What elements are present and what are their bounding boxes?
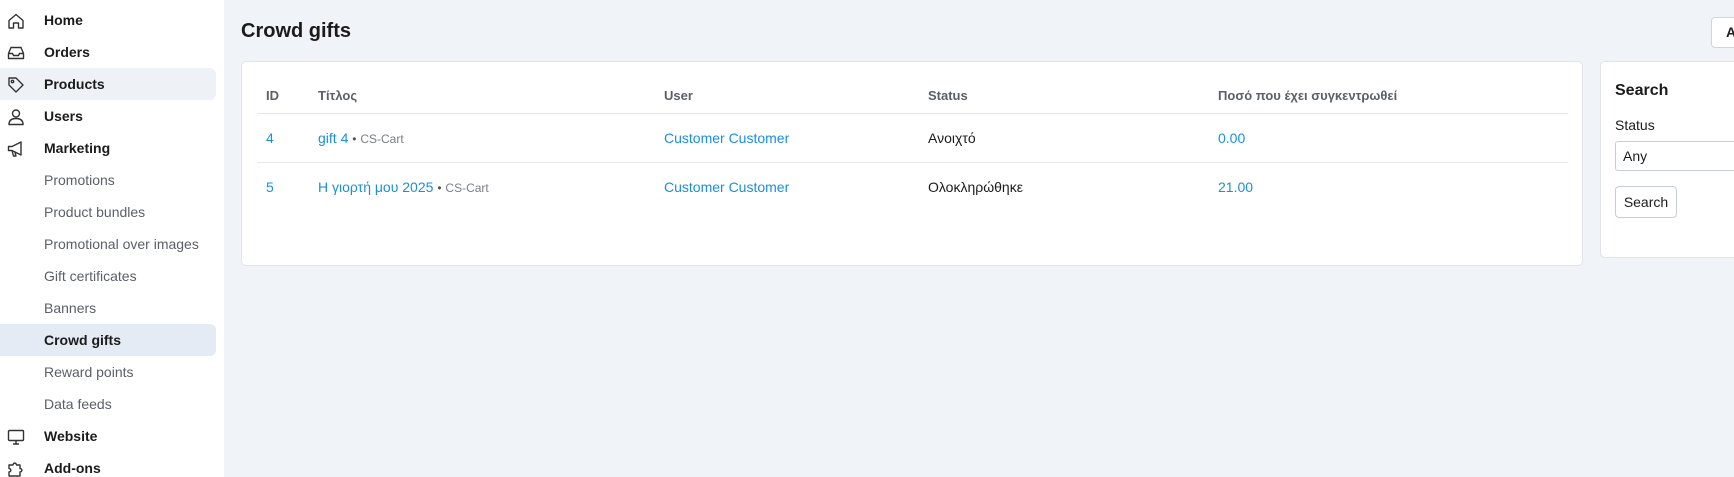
tag-icon: [6, 75, 26, 95]
separator: •: [437, 181, 442, 195]
sidebar-item-label: Reward points: [44, 364, 134, 380]
sidebar-item-label: Banners: [44, 300, 97, 316]
add-button[interactable]: A: [1711, 17, 1734, 48]
sidebar: Home Orders Products Users Marketing Pro…: [0, 0, 224, 477]
row-amount-link[interactable]: 0.00: [1218, 130, 1245, 146]
sidebar-item-label: Data feeds: [44, 396, 112, 412]
inbox-icon: [6, 43, 26, 63]
sidebar-item-orders[interactable]: Orders: [0, 36, 216, 68]
sidebar-item-promotional-over-images[interactable]: Promotional over images: [0, 228, 216, 260]
search-panel: Search Status Any Search: [1600, 61, 1734, 258]
sidebar-item-banners[interactable]: Banners: [0, 292, 216, 324]
sidebar-item-label: Product bundles: [44, 204, 146, 220]
sidebar-item-label: Gift certificates: [44, 268, 137, 284]
row-title-link[interactable]: Η γιορτή μου 2025: [318, 179, 433, 195]
sidebar-item-products[interactable]: Products: [0, 68, 216, 100]
divider: [257, 113, 1568, 114]
vendor-label: CS-Cart: [445, 181, 489, 195]
sidebar-item-crowd-gifts[interactable]: Crowd gifts: [0, 324, 216, 356]
monitor-icon: [6, 427, 26, 447]
sidebar-item-product-bundles[interactable]: Product bundles: [0, 196, 216, 228]
row-title-cell: Η γιορτή μου 2025 • CS-Cart: [318, 179, 489, 195]
user-icon: [6, 107, 26, 127]
sidebar-item-reward-points[interactable]: Reward points: [0, 356, 216, 388]
sidebar-item-gift-certificates[interactable]: Gift certificates: [0, 260, 216, 292]
sidebar-item-website[interactable]: Website: [0, 420, 216, 452]
row-id-link[interactable]: 5: [266, 179, 274, 195]
row-status: Ανοιχτό: [928, 130, 976, 146]
column-header-amount[interactable]: Ποσό που έχει συγκεντρωθεί: [1218, 88, 1397, 103]
crowd-gifts-table: ID Τίτλος User Status Ποσό που έχει συγκ…: [241, 61, 1583, 266]
megaphone-icon: [6, 139, 26, 159]
row-amount-link[interactable]: 21.00: [1218, 179, 1253, 195]
sidebar-item-marketing[interactable]: Marketing: [0, 132, 216, 164]
sidebar-item-promotions[interactable]: Promotions: [0, 164, 216, 196]
column-header-status[interactable]: Status: [928, 88, 968, 103]
sidebar-item-label: Crowd gifts: [44, 332, 121, 348]
sidebar-item-label: Add-ons: [44, 460, 101, 476]
search-button[interactable]: Search: [1615, 186, 1677, 218]
puzzle-icon: [6, 459, 26, 477]
sidebar-item-add-ons[interactable]: Add-ons: [0, 452, 216, 477]
sidebar-item-label: Home: [44, 12, 83, 28]
sidebar-item-users[interactable]: Users: [0, 100, 216, 132]
column-header-user[interactable]: User: [664, 88, 693, 103]
sidebar-item-label: Orders: [44, 44, 90, 60]
status-select[interactable]: Any: [1615, 141, 1734, 171]
row-title-cell: gift 4 • CS-Cart: [318, 130, 404, 146]
column-header-id[interactable]: ID: [266, 88, 279, 103]
sidebar-item-label: Products: [44, 76, 105, 92]
home-icon: [6, 11, 26, 31]
page-title: Crowd gifts: [241, 20, 351, 42]
row-title-link[interactable]: gift 4: [318, 130, 348, 146]
row-user-link[interactable]: Customer Customer: [664, 179, 789, 195]
sidebar-item-label: Users: [44, 108, 83, 124]
sidebar-item-data-feeds[interactable]: Data feeds: [0, 388, 216, 420]
sidebar-item-label: Website: [44, 428, 98, 444]
row-id-link[interactable]: 4: [266, 130, 274, 146]
sidebar-item-label: Marketing: [44, 140, 111, 156]
sidebar-item-label: Promotions: [44, 172, 115, 188]
column-header-title[interactable]: Τίτλος: [318, 88, 357, 103]
status-label: Status: [1615, 117, 1655, 133]
sidebar-item-home[interactable]: Home: [0, 4, 216, 36]
row-status: Ολοκληρώθηκε: [928, 179, 1023, 195]
row-user-link[interactable]: Customer Customer: [664, 130, 789, 146]
sidebar-item-label: Promotional over images: [44, 236, 199, 252]
vendor-label: CS-Cart: [360, 132, 404, 146]
divider: [257, 162, 1568, 163]
separator: •: [352, 132, 357, 146]
search-title: Search: [1615, 82, 1669, 99]
